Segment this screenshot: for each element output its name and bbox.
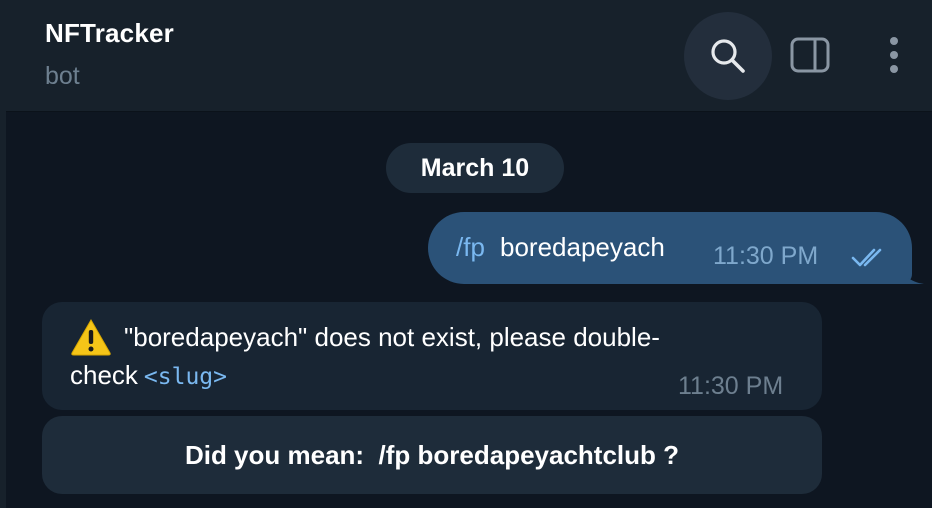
message-time: 11:30 PM bbox=[678, 372, 784, 400]
search-button[interactable] bbox=[684, 12, 772, 100]
double-check-icon bbox=[851, 248, 882, 267]
chat-subtitle: bot bbox=[45, 62, 80, 90]
warning-icon bbox=[71, 318, 111, 356]
outgoing-message-bubble[interactable]: /fp boredapeyach 11:30 PM bbox=[428, 212, 912, 284]
more-options-button[interactable] bbox=[876, 33, 912, 77]
inline-keyboard-button[interactable]: Did you mean: /fp boredapeyachtclub ? bbox=[42, 416, 822, 494]
sidebar-toggle-icon bbox=[790, 37, 830, 73]
message-text-line: check <slug> bbox=[70, 360, 227, 391]
chat-title[interactable]: NFTracker bbox=[45, 18, 174, 49]
message-text: boredapeyach bbox=[500, 232, 665, 262]
date-separator: March 10 bbox=[386, 143, 564, 193]
message-command-link[interactable]: /fp bbox=[456, 232, 485, 263]
message-text-line: "boredapeyach" does not exist, please do… bbox=[124, 322, 660, 352]
message-text: check bbox=[70, 360, 138, 390]
bubble-tail bbox=[900, 262, 924, 284]
message-time: 11:30 PM bbox=[713, 242, 819, 270]
search-icon bbox=[711, 39, 745, 73]
more-vertical-icon bbox=[890, 37, 898, 73]
toggle-sidebar-button[interactable] bbox=[788, 33, 832, 77]
message-code: <slug> bbox=[143, 364, 228, 390]
incoming-message-bubble[interactable]: "boredapeyach" does not exist, please do… bbox=[42, 302, 822, 410]
chat-header: NFTracker bot bbox=[6, 0, 932, 112]
